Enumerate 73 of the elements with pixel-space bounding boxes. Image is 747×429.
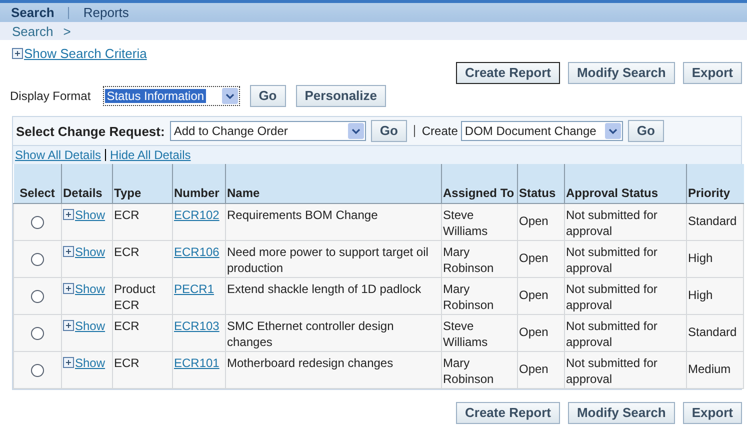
- create-type-dropdown[interactable]: DOM Document Change: [460, 121, 623, 141]
- assignee-text: Mary Robinson: [443, 244, 494, 274]
- personalize-button[interactable]: Personalize: [296, 85, 386, 107]
- show-search-criteria-link[interactable]: Show Search Criteria: [24, 46, 147, 60]
- go-button[interactable]: Go: [370, 120, 407, 142]
- create-label: Create: [422, 124, 458, 138]
- display-format-dropdown[interactable]: Status Information: [102, 86, 240, 106]
- column-header: Priority: [686, 164, 744, 203]
- expand-icon[interactable]: [63, 320, 74, 331]
- column-header: Type: [112, 164, 172, 203]
- action-button[interactable]: Create Report: [456, 62, 560, 84]
- type-text: ECR: [114, 356, 140, 370]
- type-text: ECR: [114, 208, 140, 222]
- status-text: Open: [519, 214, 548, 228]
- column-header: Number: [172, 164, 226, 203]
- priority-text: High: [688, 288, 713, 302]
- column-header: Assigned To: [442, 164, 518, 203]
- action-button[interactable]: Create Report: [456, 402, 560, 424]
- status-text: Open: [519, 362, 548, 376]
- expand-icon[interactable]: [12, 48, 23, 58]
- details-link[interactable]: Hide All Details: [110, 148, 191, 162]
- priority-text: Medium: [688, 362, 731, 376]
- breadcrumb-separator: >: [63, 24, 71, 38]
- status-text: Open: [519, 325, 548, 339]
- action-button[interactable]: Modify Search: [568, 62, 675, 84]
- action-button[interactable]: Export: [682, 62, 742, 84]
- approval-status-text: Not submitted for approval: [566, 282, 658, 312]
- status-text: Open: [519, 251, 548, 265]
- expand-icon[interactable]: [63, 209, 74, 220]
- column-header: Approval Status: [564, 164, 686, 203]
- name-text: SMC Ethernet controller design changes: [227, 318, 394, 348]
- type-text: ECR: [114, 244, 140, 258]
- priority-text: Standard: [688, 325, 737, 339]
- name-text: Need more power to support target oil production: [227, 244, 428, 274]
- approval-status-text: Not submitted for approval: [566, 244, 658, 274]
- assignee-text: Steve Williams: [443, 208, 488, 238]
- select-radio[interactable]: [31, 253, 44, 266]
- nav-tab[interactable]: Reports: [83, 5, 129, 20]
- type-text: Product ECR: [114, 282, 156, 312]
- select-radio[interactable]: [31, 290, 44, 303]
- name-text: Motherboard redesign changes: [227, 356, 394, 370]
- assignee-text: Steve Williams: [443, 318, 488, 348]
- column-header: Status: [518, 164, 564, 203]
- assignee-text: Mary Robinson: [443, 282, 494, 312]
- type-text: ECR: [114, 318, 140, 332]
- expand-icon[interactable]: [63, 246, 74, 257]
- column-header: Name: [226, 164, 442, 203]
- select-radio[interactable]: [31, 216, 44, 229]
- details-link[interactable]: Show All Details: [15, 148, 102, 162]
- expand-icon[interactable]: [63, 283, 74, 294]
- priority-text: High: [688, 251, 713, 265]
- name-text: Extend shackle length of 1D padlock: [227, 282, 422, 296]
- breadcrumb-link[interactable]: Search: [12, 24, 54, 38]
- action-button[interactable]: Export: [682, 402, 742, 424]
- action-button[interactable]: Modify Search: [568, 402, 675, 424]
- select-radio[interactable]: [31, 364, 44, 377]
- nav-tab[interactable]: Search: [11, 5, 54, 20]
- expand-icon[interactable]: [63, 357, 74, 368]
- column-header: Select: [14, 164, 62, 203]
- approval-status-text: Not submitted for approval: [566, 318, 658, 348]
- status-text: Open: [519, 288, 548, 302]
- column-header: Details: [62, 164, 112, 203]
- go-button[interactable]: Go: [250, 85, 286, 107]
- go-button[interactable]: Go: [628, 120, 664, 142]
- approval-status-text: Not submitted for approval: [566, 356, 658, 386]
- approval-status-text: Not submitted for approval: [566, 208, 658, 238]
- change-request-dropdown[interactable]: Add to Change Order: [170, 121, 366, 141]
- select-change-request-label: Select Change Request:: [16, 124, 165, 138]
- display-format-label: Display Format: [10, 89, 91, 103]
- select-radio[interactable]: [31, 327, 44, 340]
- priority-text: Standard: [688, 214, 737, 228]
- name-text: Requirements BOM Change: [227, 208, 378, 222]
- assignee-text: Mary Robinson: [443, 356, 494, 386]
